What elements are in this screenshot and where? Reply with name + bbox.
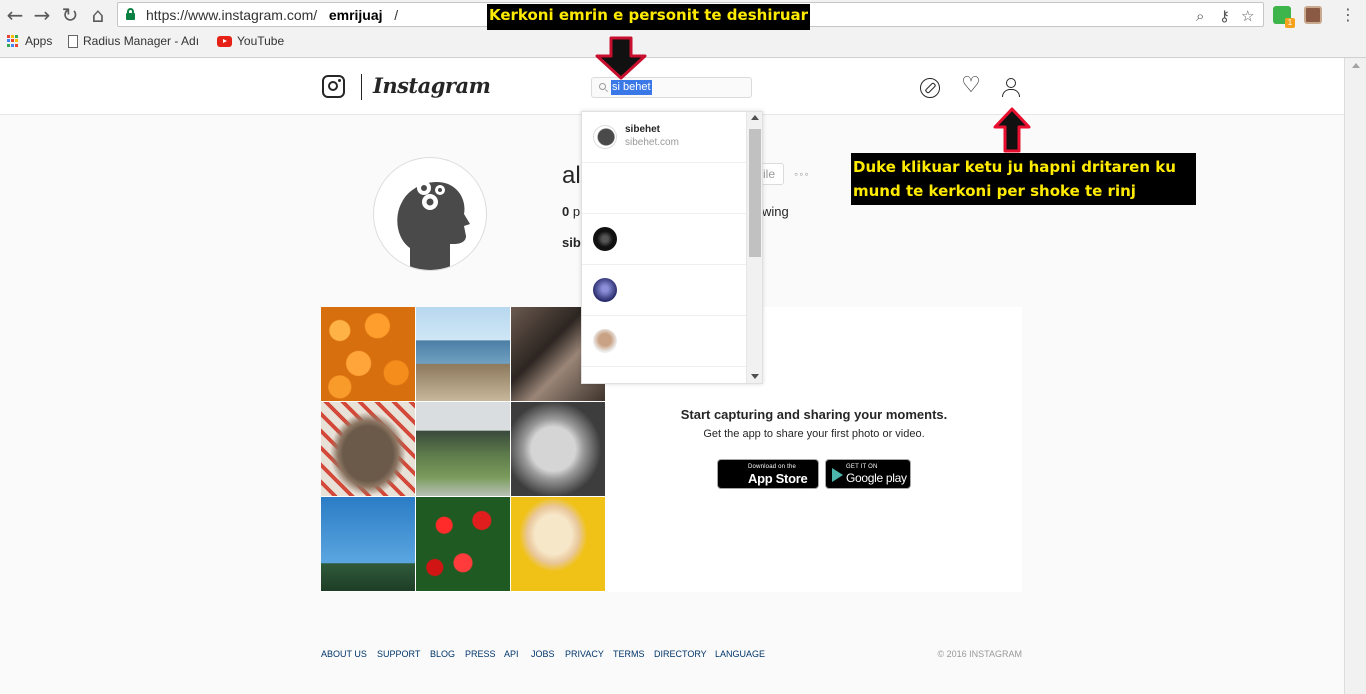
- footer-link-press[interactable]: PRESS: [465, 649, 496, 659]
- explore-compass-icon[interactable]: [920, 78, 940, 98]
- instagram-camera-icon[interactable]: [322, 75, 345, 98]
- posts-label: p: [572, 204, 581, 219]
- footer-link-about[interactable]: ABOUT US: [321, 649, 367, 659]
- search-result-item[interactable]: [582, 265, 746, 316]
- menu-icon[interactable]: ⋮: [1337, 4, 1359, 26]
- bookmark-label: Radius Manager - Adı: [83, 34, 199, 48]
- annotation-search-hint: Kerkoni emrin e personit te deshiruar: [487, 4, 811, 30]
- bookmarks-bar: Apps Radius Manager - Adı YouTube: [0, 31, 1366, 53]
- photo-flowers: [416, 497, 510, 591]
- profile-icon[interactable]: [1001, 78, 1021, 98]
- bookmark-radius-manager[interactable]: Radius Manager - Adı: [68, 34, 199, 48]
- footer-link-support[interactable]: SUPPORT: [377, 649, 420, 659]
- app-store-button[interactable]: Download on the App Store: [717, 459, 819, 489]
- youtube-icon: [217, 35, 232, 47]
- footer-link-terms[interactable]: TERMS: [613, 649, 645, 659]
- result-avatar: [593, 125, 617, 149]
- dropdown-scrollbar[interactable]: [746, 112, 762, 383]
- search-result-item[interactable]: sibehet sibehet.com: [582, 112, 746, 163]
- bookmark-label: YouTube: [237, 34, 285, 48]
- search-result-item[interactable]: [582, 316, 746, 367]
- edit-profile-button[interactable]: ile: [760, 163, 784, 185]
- page-icon: [68, 34, 78, 48]
- result-name: sibehet: [625, 124, 661, 135]
- annotation-profile-hint: Duke klikuar ketu ju hapni dritaren ku m…: [851, 153, 1196, 205]
- footer-link-privacy[interactable]: PRIVACY: [565, 649, 604, 659]
- head-gears-icon: [397, 181, 470, 270]
- result-avatar: [593, 329, 617, 353]
- reload-icon[interactable]: ↻: [59, 4, 81, 26]
- lock-icon: [126, 8, 135, 20]
- url-base: https://www.instagram.com/: [146, 7, 318, 23]
- footer-link-directory[interactable]: DIRECTORY: [654, 649, 707, 659]
- appstore-big-text: App Store: [748, 471, 808, 486]
- back-arrow-icon[interactable]: ←: [4, 4, 26, 26]
- promo-subtitle: Get the app to share your first photo or…: [703, 428, 925, 440]
- home-icon[interactable]: ⌂: [87, 4, 109, 26]
- instagram-header: Instagram si behet ♡: [0, 58, 1344, 115]
- apps-grid-icon: [7, 34, 20, 48]
- zoom-icon[interactable]: ⌕: [1196, 7, 1204, 25]
- sample-photo-grid: [321, 307, 606, 592]
- annotation-down-arrow-icon: [594, 36, 648, 80]
- copyright: © 2016 INSTAGRAM: [937, 649, 1023, 659]
- bookmark-youtube[interactable]: YouTube: [217, 34, 284, 48]
- instagram-extension-icon[interactable]: [1304, 6, 1322, 24]
- url-tail: /: [394, 7, 399, 23]
- page-scrollbar[interactable]: [1344, 58, 1366, 694]
- profile-username: al: [562, 162, 581, 189]
- url-text[interactable]: https://www.instagram.com/ emrijuaj /: [146, 7, 398, 23]
- photo-cacti: [416, 402, 510, 496]
- photo-oranges: [321, 307, 415, 401]
- search-result-item[interactable]: [582, 367, 746, 383]
- photo-cat: [511, 497, 605, 591]
- heart-icon[interactable]: ♡: [961, 75, 981, 97]
- photo-baby: [511, 402, 605, 496]
- extension-badge: 1: [1285, 18, 1295, 28]
- annotation-up-arrow-icon: [993, 107, 1031, 153]
- search-icon: [599, 83, 606, 90]
- following-count[interactable]: wing: [762, 204, 789, 219]
- search-box[interactable]: si behet: [591, 77, 752, 98]
- extension-icon[interactable]: 1: [1273, 6, 1295, 28]
- search-results-dropdown: sibehet sibehet.com: [581, 111, 763, 384]
- options-menu-icon[interactable]: ◦◦◦: [794, 167, 810, 181]
- footer-link-blog[interactable]: BLOG: [430, 649, 455, 659]
- bookmark-label: Apps: [25, 34, 53, 48]
- url-user: emrijuaj: [328, 7, 383, 23]
- scroll-down-arrow-icon[interactable]: [751, 374, 759, 379]
- avatar[interactable]: [373, 157, 487, 271]
- bookmark-apps[interactable]: Apps: [7, 34, 52, 48]
- search-input[interactable]: si behet: [611, 80, 652, 95]
- key-icon[interactable]: ⚷: [1219, 7, 1230, 25]
- photo-coast: [416, 307, 510, 401]
- googleplay-small-text: GET IT ON: [846, 464, 878, 470]
- posts-count: 0 p: [562, 204, 580, 219]
- result-avatar: [593, 278, 617, 302]
- search-result-item[interactable]: [582, 163, 746, 214]
- footer: ABOUT US SUPPORT BLOG PRESS API JOBS PRI…: [321, 649, 1022, 663]
- google-play-icon: [832, 468, 843, 482]
- scroll-up-arrow-icon[interactable]: [751, 115, 759, 120]
- photo-palms: [321, 497, 415, 591]
- photo-dog: [321, 402, 415, 496]
- result-subtitle: sibehet.com: [625, 137, 679, 148]
- forward-arrow-icon[interactable]: →: [31, 4, 53, 26]
- search-results-list: sibehet sibehet.com: [582, 112, 746, 383]
- bookmark-star-icon[interactable]: ☆: [1241, 7, 1254, 25]
- search-result-item[interactable]: [582, 214, 746, 265]
- scroll-up-arrow-icon[interactable]: [1352, 63, 1360, 68]
- footer-link-api[interactable]: API: [504, 649, 519, 659]
- googleplay-big-text: Google play: [846, 471, 907, 485]
- scroll-thumb[interactable]: [749, 129, 761, 257]
- footer-link-language[interactable]: LANGUAGE: [715, 649, 765, 659]
- footer-link-jobs[interactable]: JOBS: [531, 649, 555, 659]
- promo-title: Start capturing and sharing your moments…: [680, 407, 948, 422]
- logo-divider: [361, 74, 362, 100]
- google-play-button[interactable]: GET IT ON Google play: [825, 459, 911, 489]
- result-avatar: [593, 227, 617, 251]
- appstore-small-text: Download on the: [748, 464, 797, 470]
- instagram-wordmark[interactable]: Instagram: [373, 73, 491, 98]
- posts-number: 0: [562, 204, 570, 219]
